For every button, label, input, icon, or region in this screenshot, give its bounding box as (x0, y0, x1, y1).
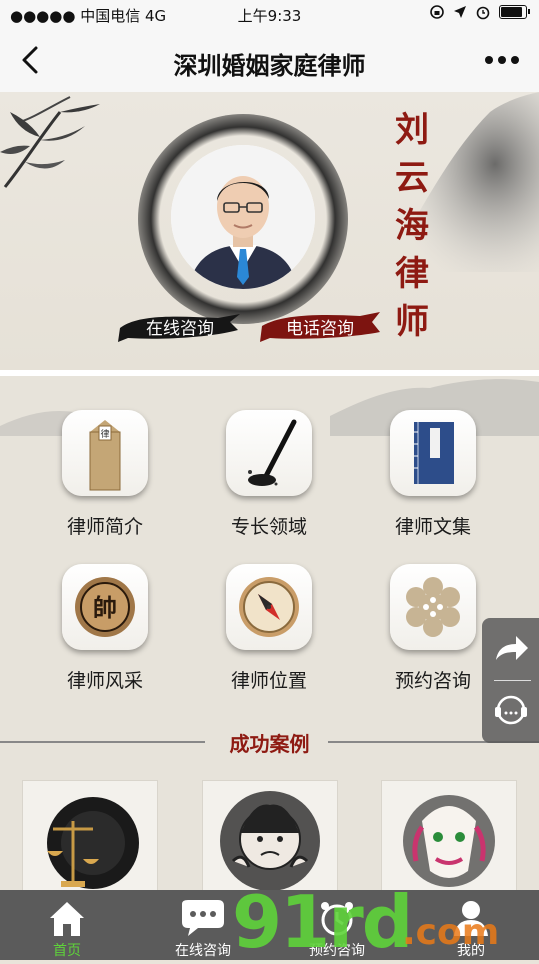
customer-service-icon[interactable] (492, 692, 530, 730)
name-char: 刘 (395, 110, 429, 150)
alarm-status-icon (476, 6, 490, 20)
chess-piece-icon: 帥 (62, 564, 148, 650)
name-char: 海 (395, 206, 429, 246)
lawyer-plaque-icon: 律 (62, 410, 148, 496)
avatar-frame (158, 132, 328, 302)
floating-action-panel (482, 618, 539, 743)
case-card-3[interactable] (381, 780, 517, 890)
name-char: 云 (395, 158, 429, 198)
menu-item-profile[interactable]: 律 律师简介 (30, 410, 180, 539)
menu-item-label: 专长领域 (230, 516, 307, 538)
opera-mask-image (403, 795, 495, 887)
menu-section: 律 律师简介 专长领域 律师文集 帥 律师风采 律师位置 预约咨询 成功案例 (0, 376, 539, 890)
float-divider (494, 680, 531, 681)
nav-bar: 深圳婚姻家庭律师 (0, 30, 539, 93)
name-char: 师 (395, 302, 429, 342)
location-icon (454, 6, 466, 18)
online-consult-button[interactable]: 在线咨询 (118, 308, 242, 344)
site-watermark-suffix: .com (402, 912, 500, 953)
brush-inkstone-icon (226, 410, 312, 496)
status-bar: ●●●●● 中国电信 4G 上午9:33 (0, 0, 539, 30)
share-icon[interactable] (492, 630, 530, 668)
phone-consult-label: 电话咨询 (286, 318, 354, 339)
menu-item-gallery[interactable]: 帥 律师风采 (30, 564, 180, 693)
site-watermark: 91rd (232, 880, 413, 964)
menu-item-label: 律师位置 (230, 670, 307, 692)
svg-text:帥: 帥 (93, 593, 117, 622)
book-icon (390, 410, 476, 496)
flower-icon (390, 564, 476, 650)
menu-item-expertise[interactable]: 专长领域 (194, 410, 344, 539)
tab-label: 首页 (53, 943, 81, 959)
menu-item-label: 律师简介 (66, 516, 143, 538)
lock-rotation-icon (430, 5, 444, 19)
stressed-man-image (220, 791, 320, 890)
status-icons (429, 4, 530, 20)
more-menu-icon[interactable] (485, 48, 525, 72)
lawyer-name-vertical: 刘 云 海 律 师 (392, 106, 432, 346)
lawyer-avatar[interactable] (171, 145, 315, 289)
menu-item-articles[interactable]: 律师文集 (358, 410, 508, 539)
case-card-1[interactable] (22, 780, 158, 890)
svg-text:律: 律 (100, 428, 109, 440)
compass-icon (226, 564, 312, 650)
page-title: 深圳婚姻家庭律师 (173, 52, 366, 80)
menu-item-label: 律师风采 (66, 670, 143, 692)
lawyer-profile-header: 刘 云 海 律 师 在线咨询 电话咨询 (0, 92, 539, 370)
case-card-2[interactable] (202, 780, 338, 890)
battery-icon (499, 5, 530, 19)
online-consult-label: 在线咨询 (146, 318, 214, 339)
bamboo-decoration (0, 96, 100, 188)
name-char: 律 (395, 254, 429, 294)
tab-home[interactable]: 首页 (12, 890, 122, 960)
phone-consult-button[interactable]: 电话咨询 (258, 308, 382, 344)
scales-justice-image (47, 797, 139, 889)
menu-item-location[interactable]: 律师位置 (194, 564, 344, 693)
home-icon (50, 902, 84, 936)
lawyer-portrait-image (171, 145, 315, 289)
menu-item-label: 律师文集 (394, 516, 471, 538)
